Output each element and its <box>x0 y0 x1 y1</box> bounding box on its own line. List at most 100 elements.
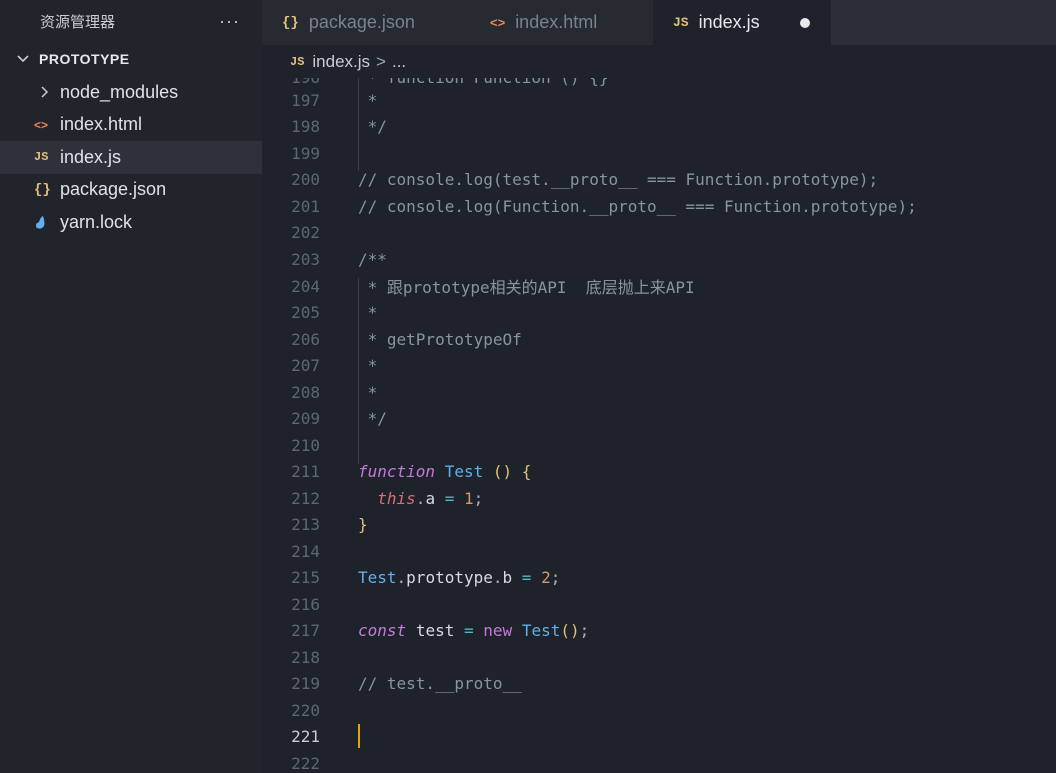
code-text: * <box>358 302 378 322</box>
unsaved-dot-icon[interactable] <box>799 17 810 28</box>
line-number: 217 <box>291 620 320 640</box>
tab-index-js[interactable]: JS index.js <box>653 0 831 45</box>
breadcrumb: JS index.js > ... <box>262 45 1056 78</box>
code-text: // console.log(Function.__proto__ === Fu… <box>358 196 917 216</box>
code-line: 208 * <box>262 379 1056 406</box>
code-text: */ <box>358 116 387 136</box>
explorer-header: 资源管理器 ··· <box>0 0 262 42</box>
code-line: 219 // test.__proto__ <box>262 670 1056 697</box>
js-file-icon: JS <box>673 15 689 30</box>
explorer-sidebar: 资源管理器 ··· PROTOTYPE node_modules <> inde… <box>0 0 262 773</box>
line-number: 202 <box>291 222 320 242</box>
code-text: // test.__proto__ <box>358 673 522 693</box>
html-file-icon: <> <box>490 15 506 30</box>
line-number: 215 <box>291 567 320 587</box>
code-text: const test = new Test(); <box>358 620 590 640</box>
line-number: 220 <box>291 700 320 720</box>
code-text: function Test () { <box>358 461 532 481</box>
code-text: /** <box>358 249 387 269</box>
line-number: 208 <box>291 382 320 402</box>
tree-item-index-html[interactable]: <> index.html <box>0 109 262 142</box>
tree-item-node-modules[interactable]: node_modules <box>0 76 262 109</box>
tree-item-label: index.js <box>60 146 122 167</box>
tree-item-label: yarn.lock <box>60 211 133 232</box>
tab-package-json[interactable]: {} package.json <box>262 0 470 45</box>
line-number: 211 <box>291 461 320 481</box>
line-number: 212 <box>291 488 320 508</box>
code-line: 199 <box>262 140 1056 167</box>
tree-item-index-js[interactable]: JS index.js <box>0 141 262 174</box>
code-text: } <box>358 514 368 534</box>
explorer-title: 资源管理器 <box>40 13 116 31</box>
code-text: * function Function () {} <box>358 78 609 87</box>
line-number: 213 <box>291 514 320 534</box>
folder-label: PROTOTYPE <box>39 51 130 67</box>
code-line: 206 * getPrototypeOf <box>262 326 1056 353</box>
line-number: 205 <box>291 302 320 322</box>
line-number: 201 <box>291 196 320 216</box>
line-number: 199 <box>291 143 320 163</box>
line-number: 221 <box>291 726 320 746</box>
breadcrumb-separator: > <box>376 51 386 71</box>
code-line: 198 */ <box>262 113 1056 140</box>
code-text: * 跟prototype相关的API 底层抛上来API <box>358 278 695 298</box>
code-line: 197 * <box>262 87 1056 114</box>
code-line: 218 <box>262 644 1056 671</box>
line-number: 207 <box>291 355 320 375</box>
line-number: 218 <box>291 647 320 667</box>
html-file-icon: <> <box>34 117 49 132</box>
code-line: 216 <box>262 591 1056 618</box>
line-number: 204 <box>291 276 320 296</box>
code-text: this.a = 1; <box>377 488 484 508</box>
line-number: 222 <box>291 753 320 773</box>
code-line: 211 function Test () { <box>262 458 1056 485</box>
code-line: 215 Test.prototype.b = 2; <box>262 564 1056 591</box>
line-number: 219 <box>291 673 320 693</box>
tab-label: package.json <box>308 12 415 32</box>
line-number: 214 <box>291 541 320 561</box>
line-number: 200 <box>291 169 320 189</box>
js-file-icon: JS <box>290 54 305 69</box>
code-line: 209 */ <box>262 405 1056 432</box>
code-line: 204 * 跟prototype相关的API 底层抛上来API <box>262 273 1056 300</box>
code-text: * <box>358 355 378 375</box>
line-number: 210 <box>291 435 320 455</box>
tree-item-label: index.html <box>60 114 143 135</box>
code-line: 205 * <box>262 299 1056 326</box>
code-line: 201 // console.log(Function.__proto__ ===… <box>262 193 1056 220</box>
code-text: Test.prototype.b = 2; <box>358 567 561 587</box>
line-number: 203 <box>291 249 320 269</box>
code-line: 207 * <box>262 352 1056 379</box>
code-line: 210 <box>262 432 1056 459</box>
yarn-icon <box>34 214 60 230</box>
json-file-icon: {} <box>282 14 299 31</box>
tab-index-html[interactable]: <> index.html <box>470 0 653 45</box>
line-number: 196 <box>262 78 320 87</box>
line-number: 216 <box>291 594 320 614</box>
code-line: 212 this.a = 1; <box>262 485 1056 512</box>
code-line: 217 const test = new Test(); <box>262 617 1056 644</box>
code-line: 221 <box>262 723 1056 750</box>
tree-item-package-json[interactable]: {} package.json <box>0 174 262 207</box>
breadcrumb-symbol[interactable]: ... <box>392 52 406 72</box>
folder-prototype[interactable]: PROTOTYPE <box>0 42 262 76</box>
breadcrumb-file[interactable]: index.js <box>312 52 370 72</box>
js-file-icon: JS <box>34 150 49 165</box>
tree-item-yarn-lock[interactable]: yarn.lock <box>0 206 262 239</box>
tab-label: index.js <box>698 12 760 32</box>
code-text: * <box>358 90 378 110</box>
tab-label: index.html <box>515 12 598 32</box>
tab-bar: {} package.json <> index.html JS index.j… <box>262 0 1056 45</box>
code-editor[interactable]: 196 * function Function () {} 197 * 198 … <box>262 78 1056 773</box>
code-line: 200 // console.log(test.__proto__ === Fun… <box>262 166 1056 193</box>
chevron-down-icon <box>17 55 29 63</box>
code-text: * <box>358 382 378 402</box>
chevron-right-icon <box>41 86 49 98</box>
code-text: */ <box>358 408 387 428</box>
code-text: * getPrototypeOf <box>358 329 522 349</box>
line-number: 197 <box>291 90 320 110</box>
code-line: 213 } <box>262 511 1056 538</box>
code-line: 222 <box>262 750 1056 773</box>
code-text: // console.log(test.__proto__ === Functi… <box>358 169 879 189</box>
more-actions-icon[interactable]: ··· <box>219 11 240 32</box>
